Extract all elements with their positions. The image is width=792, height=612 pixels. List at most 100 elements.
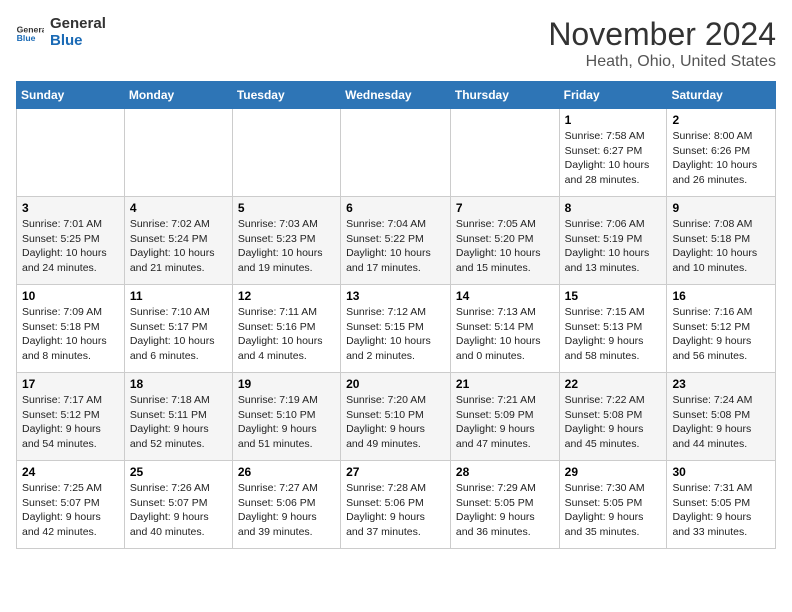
month-title: November 2024 [548,16,776,53]
day-info: Sunrise: 7:15 AM Sunset: 5:13 PM Dayligh… [565,305,662,364]
weekday-header-wednesday: Wednesday [341,82,451,109]
svg-text:Blue: Blue [17,33,36,43]
week-row-1: 1Sunrise: 7:58 AM Sunset: 6:27 PM Daylig… [17,109,776,197]
calendar-cell: 17 Sunrise: 7:17 AM Sunset: 5:12 PM Dayli… [17,373,125,461]
calendar-cell: 6 Sunrise: 7:04 AM Sunset: 5:22 PM Daylig… [341,197,451,285]
calendar-cell [232,109,340,197]
day-number: 3 [22,201,119,215]
day-info: Sunrise: 7:31 AM Sunset: 5:05 PM Dayligh… [672,481,770,540]
page-header: General Blue General Blue November 2024 … [16,16,776,71]
day-number: 4 [130,201,227,215]
day-info: Sunrise: 7:09 AM Sunset: 5:18 PM Dayligh… [22,305,119,364]
calendar-cell: 21Sunrise: 7:21 AM Sunset: 5:09 PM Dayli… [450,373,559,461]
calendar-cell: 2Sunrise: 8:00 AM Sunset: 6:26 PM Daylig… [667,109,776,197]
calendar-cell: 16Sunrise: 7:16 AM Sunset: 5:12 PM Dayli… [667,285,776,373]
day-number: 14 [456,289,554,303]
day-number: 7 [456,201,554,215]
day-info: Sunrise: 7:16 AM Sunset: 5:12 PM Dayligh… [672,305,770,364]
weekday-header-monday: Monday [124,82,232,109]
day-info: Sunrise: 7:29 AM Sunset: 5:05 PM Dayligh… [456,481,554,540]
day-info: Sunrise: 7:12 AM Sunset: 5:15 PM Dayligh… [346,305,445,364]
day-number: 6 [346,201,445,215]
logo-icon: General Blue [16,23,44,43]
day-info: Sunrise: 7:18 AM Sunset: 5:11 PM Dayligh… [130,393,227,452]
calendar-body: 1Sunrise: 7:58 AM Sunset: 6:27 PM Daylig… [17,109,776,549]
calendar-table: SundayMondayTuesdayWednesdayThursdayFrid… [16,81,776,549]
logo-general: General [50,16,106,33]
calendar-cell: 1Sunrise: 7:58 AM Sunset: 6:27 PM Daylig… [559,109,667,197]
calendar-cell [124,109,232,197]
calendar-cell: 13 Sunrise: 7:12 AM Sunset: 5:15 PM Dayli… [341,285,451,373]
weekday-header-saturday: Saturday [667,82,776,109]
day-number: 29 [565,465,662,479]
calendar-cell: 3 Sunrise: 7:01 AM Sunset: 5:25 PM Daylig… [17,197,125,285]
day-info: Sunrise: 7:25 AM Sunset: 5:07 PM Dayligh… [22,481,119,540]
day-number: 9 [672,201,770,215]
day-number: 18 [130,377,227,391]
calendar-cell: 28 Sunrise: 7:29 AM Sunset: 5:05 PM Dayli… [450,461,559,549]
day-number: 13 [346,289,445,303]
weekday-header-sunday: Sunday [17,82,125,109]
calendar-cell: 22 Sunrise: 7:22 AM Sunset: 5:08 PM Dayli… [559,373,667,461]
day-info: Sunrise: 7:06 AM Sunset: 5:19 PM Dayligh… [565,217,662,276]
day-info: Sunrise: 7:19 AM Sunset: 5:10 PM Dayligh… [238,393,335,452]
day-number: 22 [565,377,662,391]
day-info: Sunrise: 7:02 AM Sunset: 5:24 PM Dayligh… [130,217,227,276]
day-number: 20 [346,377,445,391]
calendar-cell: 8 Sunrise: 7:06 AM Sunset: 5:19 PM Daylig… [559,197,667,285]
day-number: 11 [130,289,227,303]
day-info: Sunrise: 7:20 AM Sunset: 5:10 PM Dayligh… [346,393,445,452]
day-info: Sunrise: 7:11 AM Sunset: 5:16 PM Dayligh… [238,305,335,364]
location-title: Heath, Ohio, United States [548,53,776,71]
day-info: Sunrise: 7:08 AM Sunset: 5:18 PM Dayligh… [672,217,770,276]
title-section: November 2024 Heath, Ohio, United States [548,16,776,71]
weekday-header-tuesday: Tuesday [232,82,340,109]
calendar-cell: 25 Sunrise: 7:26 AM Sunset: 5:07 PM Dayli… [124,461,232,549]
day-number: 19 [238,377,335,391]
week-row-5: 24 Sunrise: 7:25 AM Sunset: 5:07 PM Dayli… [17,461,776,549]
day-info: Sunrise: 7:27 AM Sunset: 5:06 PM Dayligh… [238,481,335,540]
calendar-cell [17,109,125,197]
calendar-cell: 26 Sunrise: 7:27 AM Sunset: 5:06 PM Dayli… [232,461,340,549]
day-number: 26 [238,465,335,479]
day-info: Sunrise: 7:01 AM Sunset: 5:25 PM Dayligh… [22,217,119,276]
day-info: Sunrise: 7:26 AM Sunset: 5:07 PM Dayligh… [130,481,227,540]
calendar-cell: 10 Sunrise: 7:09 AM Sunset: 5:18 PM Dayli… [17,285,125,373]
day-number: 17 [22,377,119,391]
calendar-cell: 7Sunrise: 7:05 AM Sunset: 5:20 PM Daylig… [450,197,559,285]
day-number: 1 [565,113,662,127]
day-number: 24 [22,465,119,479]
calendar-cell [450,109,559,197]
week-row-3: 10 Sunrise: 7:09 AM Sunset: 5:18 PM Dayli… [17,285,776,373]
calendar-cell: 15 Sunrise: 7:15 AM Sunset: 5:13 PM Dayli… [559,285,667,373]
logo-blue: Blue [50,33,106,50]
day-info: Sunrise: 7:17 AM Sunset: 5:12 PM Dayligh… [22,393,119,452]
day-number: 10 [22,289,119,303]
day-number: 25 [130,465,227,479]
calendar-cell: 18 Sunrise: 7:18 AM Sunset: 5:11 PM Dayli… [124,373,232,461]
week-row-2: 3 Sunrise: 7:01 AM Sunset: 5:25 PM Daylig… [17,197,776,285]
day-info: Sunrise: 7:28 AM Sunset: 5:06 PM Dayligh… [346,481,445,540]
calendar-cell: 24 Sunrise: 7:25 AM Sunset: 5:07 PM Dayli… [17,461,125,549]
day-info: Sunrise: 7:03 AM Sunset: 5:23 PM Dayligh… [238,217,335,276]
calendar-cell: 20 Sunrise: 7:20 AM Sunset: 5:10 PM Dayli… [341,373,451,461]
day-info: Sunrise: 7:21 AM Sunset: 5:09 PM Dayligh… [456,393,554,452]
day-info: Sunrise: 7:30 AM Sunset: 5:05 PM Dayligh… [565,481,662,540]
weekday-header-row: SundayMondayTuesdayWednesdayThursdayFrid… [17,82,776,109]
calendar-cell: 19 Sunrise: 7:19 AM Sunset: 5:10 PM Dayli… [232,373,340,461]
day-number: 30 [672,465,770,479]
day-number: 8 [565,201,662,215]
logo: General Blue General Blue [16,16,106,49]
day-number: 15 [565,289,662,303]
calendar-cell: 29 Sunrise: 7:30 AM Sunset: 5:05 PM Dayli… [559,461,667,549]
calendar-cell [341,109,451,197]
calendar-cell: 12Sunrise: 7:11 AM Sunset: 5:16 PM Dayli… [232,285,340,373]
day-info: Sunrise: 8:00 AM Sunset: 6:26 PM Dayligh… [672,129,770,188]
day-info: Sunrise: 7:04 AM Sunset: 5:22 PM Dayligh… [346,217,445,276]
day-number: 28 [456,465,554,479]
day-number: 23 [672,377,770,391]
day-info: Sunrise: 7:10 AM Sunset: 5:17 PM Dayligh… [130,305,227,364]
calendar-cell: 23Sunrise: 7:24 AM Sunset: 5:08 PM Dayli… [667,373,776,461]
week-row-4: 17 Sunrise: 7:17 AM Sunset: 5:12 PM Dayli… [17,373,776,461]
day-info: Sunrise: 7:22 AM Sunset: 5:08 PM Dayligh… [565,393,662,452]
